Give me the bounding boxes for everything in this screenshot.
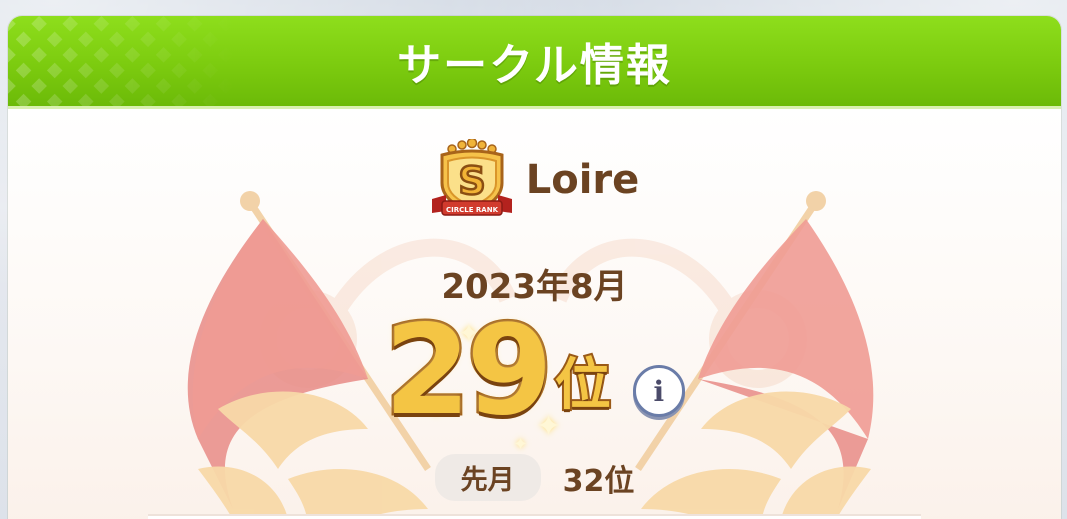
bottom-divider [148,514,921,519]
rank-ribbon-text: CIRCLE RANK [446,206,499,214]
last-month-row: 先月 32位 [8,454,1061,501]
current-rank-number: 29 [382,299,556,443]
info-icon: i [653,374,665,408]
circle-name-row: S CIRCLE RANK Loire [8,139,1061,221]
last-month-rank: 32位 [562,463,635,499]
circle-name: Loire [525,157,640,203]
circle-rank-s-shield-icon: S CIRCLE RANK [431,139,512,216]
panel-title: サークル情報 [397,40,672,91]
current-rank-unit: 位 [553,351,613,420]
rank-letter: S [458,159,485,203]
last-month-label: 先月 [434,454,541,501]
panel-header: サークル情報 [8,16,1061,109]
info-button[interactable]: i [632,365,685,417]
current-rank-row: 29 位 i [8,299,1061,443]
circle-info-panel: サークル情報 S CIRCLE RANK Loire 2023年8月 ✦ 29 … [8,16,1061,519]
panel-body: S CIRCLE RANK Loire 2023年8月 ✦ ✦ ✦ ✦ 29 位… [8,109,1061,519]
